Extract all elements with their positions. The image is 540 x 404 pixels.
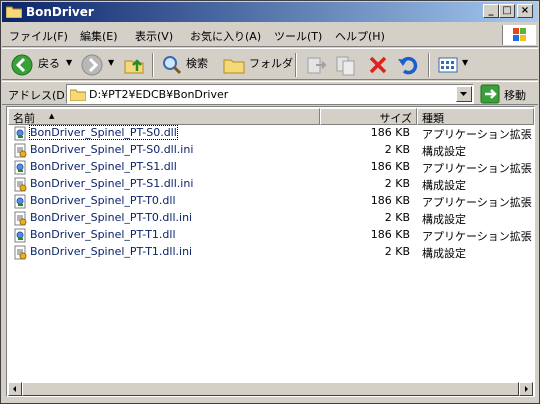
maximize-button[interactable]: □ [499,4,515,18]
menu-view[interactable]: 表示(V) [135,28,173,44]
search-button-label[interactable]: 検索 [186,55,208,71]
file-type: アプリケーション拡張 [422,162,532,175]
file-size: 2 KB [384,245,410,258]
folders-icon[interactable] [222,53,246,77]
address-dropdown-button[interactable] [456,86,472,102]
file-list[interactable]: 名前 ▲ サイズ 種類 BonDriver_Spinel_PT-S0.dll 18… [6,106,535,397]
chevron-left-icon [13,386,16,392]
forward-arrow-icon[interactable] [80,53,104,77]
table-row[interactable]: BonDriver_Spinel_PT-S0.dll.ini 2 KB 構成設定 [8,142,533,159]
move-to-icon[interactable] [304,53,328,77]
file-name[interactable]: BonDriver_Spinel_PT-T1.dll.ini [30,245,192,258]
column-header-size-label: サイズ [379,112,412,125]
windows-logo-icon [502,25,536,45]
table-row[interactable]: BonDriver_Spinel_PT-S1.dll 186 KB アプリケーション… [8,159,533,176]
file-name[interactable]: BonDriver_Spinel_PT-S1.dll [30,160,177,173]
delete-icon[interactable] [366,53,390,77]
title-bar[interactable]: BonDriver _ □ × [2,2,538,22]
table-row[interactable]: BonDriver_Spinel_PT-S0.dll 186 KB アプリケーション… [8,125,533,142]
file-size: 186 KB [370,160,410,173]
up-folder-icon[interactable] [122,53,146,77]
table-row[interactable]: BonDriver_Spinel_PT-T1.dll.ini 2 KB 構成設定 [8,244,533,261]
toolbar-separator [428,53,430,77]
minimize-button[interactable]: _ [483,4,499,18]
address-label: アドレス(D) [8,89,70,102]
back-arrow-icon[interactable] [10,53,34,77]
search-icon[interactable] [160,53,184,77]
scroll-right-button[interactable] [519,382,533,396]
file-type: 構成設定 [422,145,466,158]
chevron-down-icon [460,92,467,96]
file-type: アプリケーション拡張 [422,196,532,209]
file-name[interactable]: BonDriver_Spinel_PT-S1.dll.ini [30,177,193,190]
file-type: アプリケーション拡張 [422,128,532,141]
file-size: 2 KB [384,177,410,190]
table-row[interactable]: BonDriver_Spinel_PT-S1.dll.ini 2 KB 構成設定 [8,176,533,193]
file-rows: BonDriver_Spinel_PT-S0.dll 186 KB アプリケーション… [8,125,533,261]
go-button-label[interactable]: 移動 [504,87,526,103]
horizontal-scrollbar[interactable] [8,382,533,396]
chevron-right-icon [525,386,528,392]
column-header-name[interactable]: 名前 ▲ [8,108,320,125]
views-dropdown-icon[interactable]: ▼ [462,58,468,67]
back-dropdown-icon[interactable]: ▼ [66,58,72,67]
menu-edit[interactable]: 編集(E) [80,28,118,44]
file-size: 186 KB [370,228,410,241]
column-header-type-label: 種類 [422,112,444,125]
file-type: 構成設定 [422,213,466,226]
copy-to-icon[interactable] [334,53,358,77]
address-path: D:¥PT2¥EDCB¥BonDriver [89,88,229,101]
forward-dropdown-icon[interactable]: ▼ [108,58,114,67]
sort-ascending-icon: ▲ [49,112,55,120]
menu-help[interactable]: ヘルプ(H) [335,28,385,44]
toolbar-separator [152,53,154,77]
table-row[interactable]: BonDriver_Spinel_PT-T0.dll.ini 2 KB 構成設定 [8,210,533,227]
menu-file[interactable]: ファイル(F) [9,28,68,44]
file-size: 186 KB [370,126,410,139]
menu-favorites[interactable]: お気に入り(A) [190,28,261,44]
file-type: 構成設定 [422,247,466,260]
toolbar-separator [295,53,297,77]
menu-bar: ファイル(F) 編集(E) 表示(V) お気に入り(A) ツール(T) ヘルプ(… [2,23,538,47]
column-header-type[interactable]: 種類 [417,108,534,125]
scroll-thumb[interactable] [22,382,519,396]
column-header-name-label: 名前 [13,112,35,125]
folder-icon [70,89,86,101]
file-size: 2 KB [384,143,410,156]
toolbar: 戻る ▼ ▼ 検索 フォルダ ▼ [2,48,538,80]
close-button[interactable]: × [517,4,533,18]
folder-icon [6,6,22,18]
undo-icon[interactable] [396,53,420,77]
file-name[interactable]: BonDriver_Spinel_PT-S0.dll.ini [30,143,193,156]
go-arrow-icon[interactable] [480,84,500,104]
file-name[interactable]: BonDriver_Spinel_PT-T1.dll [30,228,176,241]
file-type: アプリケーション拡張 [422,230,532,243]
file-type: 構成設定 [422,179,466,192]
file-name[interactable]: BonDriver_Spinel_PT-S0.dll [29,125,178,140]
views-icon[interactable] [436,53,460,77]
address-input[interactable]: D:¥PT2¥EDCB¥BonDriver [66,84,474,104]
explorer-window: BonDriver _ □ × ファイル(F) 編集(E) 表示(V) お気に入… [0,0,540,404]
file-size: 2 KB [384,211,410,224]
file-size: 186 KB [370,194,410,207]
column-header-size[interactable]: サイズ [320,108,417,125]
table-row[interactable]: BonDriver_Spinel_PT-T1.dll 186 KB アプリケーション… [8,227,533,244]
folders-button-label[interactable]: フォルダ [249,55,293,71]
menu-tools[interactable]: ツール(T) [274,28,322,44]
window-title: BonDriver [26,5,94,19]
scroll-left-button[interactable] [8,382,22,396]
address-bar: アドレス(D) D:¥PT2¥EDCB¥BonDriver 移動 [2,81,538,105]
file-name[interactable]: BonDriver_Spinel_PT-T0.dll.ini [30,211,192,224]
file-name[interactable]: BonDriver_Spinel_PT-T0.dll [30,194,176,207]
back-button-label[interactable]: 戻る [38,55,60,71]
table-row[interactable]: BonDriver_Spinel_PT-T0.dll 186 KB アプリケーション… [8,193,533,210]
